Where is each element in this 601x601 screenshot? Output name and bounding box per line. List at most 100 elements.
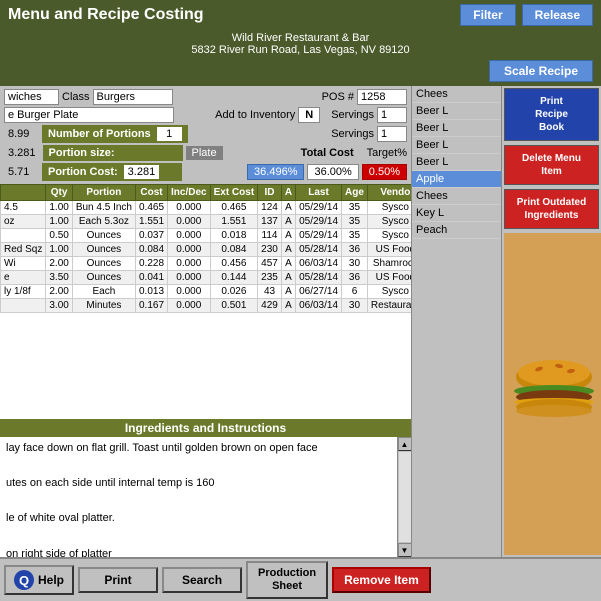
ingredient-line: utes on each side until internal temp is… — [6, 475, 391, 493]
cell-incdec: 0.000 — [168, 201, 211, 215]
cell-vendor: US Food — [367, 243, 411, 257]
sidebar-list-item[interactable]: Chees — [412, 188, 501, 205]
help-button[interactable]: Q Help — [4, 565, 74, 595]
cell-desc: oz — [1, 215, 46, 229]
cell-age: 30 — [342, 257, 368, 271]
cell-incdec: 0.000 — [168, 257, 211, 271]
cell-extcost: 0.026 — [210, 285, 258, 299]
cell-qty: 1.00 — [46, 201, 72, 215]
cost2-value: 5.71 — [4, 165, 39, 179]
sidebar-scroll[interactable]: CheesBeer LBeer LBeer LBeer LAppleCheesK… — [412, 86, 501, 557]
cell-qty: 2.00 — [46, 257, 72, 271]
filter-button[interactable]: Filter — [460, 4, 515, 26]
table-row[interactable]: 4.5 1.00 Bun 4.5 Inch 0.465 0.000 0.465 … — [1, 201, 412, 215]
search-button[interactable]: Search — [162, 567, 242, 593]
production-sheet-button[interactable]: Production Sheet — [246, 561, 328, 599]
portion-cost-value: 3.281 — [124, 165, 160, 179]
help-label: Help — [38, 573, 64, 587]
table-row[interactable]: 0.50 Ounces 0.037 0.000 0.018 114 A 05/2… — [1, 229, 412, 243]
col-age-header: Age — [342, 185, 368, 201]
cell-age: 35 — [342, 229, 368, 243]
cell-qty: 3.50 — [46, 271, 72, 285]
cell-incdec: 0.000 — [168, 271, 211, 285]
cell-last: 06/27/14 — [296, 285, 342, 299]
scroll-down-arrow[interactable]: ▼ — [398, 543, 412, 557]
sidebar-list-item[interactable]: Beer L — [412, 120, 501, 137]
print-outdated-button[interactable]: Print Outdated Ingredients — [504, 189, 599, 229]
cell-last: 05/29/14 — [296, 229, 342, 243]
cell-last: 06/03/14 — [296, 299, 342, 313]
class-input[interactable] — [93, 89, 173, 105]
cell-desc: Wi — [1, 257, 46, 271]
cell-portion: Ounces — [72, 271, 135, 285]
sidebar-list-item[interactable]: Key L — [412, 205, 501, 222]
cell-incdec: 0.000 — [168, 215, 211, 229]
table-row[interactable]: 3.00 Minutes 0.167 0.000 0.501 429 A 06/… — [1, 299, 412, 313]
sidebar-list-item[interactable]: Beer L — [412, 103, 501, 120]
cell-id: 235 — [258, 271, 282, 285]
cell-a: A — [281, 285, 295, 299]
print-recipe-book-button[interactable]: Print Recipe Book — [504, 88, 599, 141]
cell-age: 35 — [342, 215, 368, 229]
cell-incdec: 0.000 — [168, 299, 211, 313]
release-button[interactable]: Release — [522, 4, 593, 26]
servings-input2[interactable] — [377, 126, 407, 142]
table-row[interactable]: Wi 2.00 Ounces 0.228 0.000 0.456 457 A 0… — [1, 257, 412, 271]
ingredient-line: lay face down on flat grill. Toast until… — [6, 440, 391, 458]
cell-last: 06/03/14 — [296, 257, 342, 271]
ingredients-table: Qty Portion Cost Inc/Dec Ext Cost ID A L… — [0, 184, 411, 313]
restaurant-name: Wild River Restaurant & Bar — [2, 32, 599, 44]
pos-label: POS # — [322, 91, 354, 103]
cell-cost: 0.041 — [135, 271, 167, 285]
col-cost-header: Cost — [135, 185, 167, 201]
app-title: Menu and Recipe Costing — [8, 6, 204, 23]
table-row[interactable]: ly 1/8f 2.00 Each 0.013 0.000 0.026 43 A… — [1, 285, 412, 299]
cell-a: A — [281, 299, 295, 313]
cell-last: 05/28/14 — [296, 271, 342, 285]
sidebar-list-item[interactable]: Beer L — [412, 154, 501, 171]
ingredients-scrollbar[interactable]: ▲ ▼ — [397, 437, 411, 557]
add-inventory-value: N — [298, 107, 320, 123]
plate-badge: Plate — [186, 146, 223, 160]
sidebar-list-item[interactable]: Peach — [412, 222, 501, 239]
cell-vendor: US Food — [367, 271, 411, 285]
cell-vendor: Sysco — [367, 201, 411, 215]
cell-incdec: 0.000 — [168, 285, 211, 299]
cell-extcost: 0.144 — [210, 271, 258, 285]
table-row[interactable]: e 3.50 Ounces 0.041 0.000 0.144 235 A 05… — [1, 271, 412, 285]
cell-extcost: 0.465 — [210, 201, 258, 215]
remove-item-button[interactable]: Remove Item — [332, 567, 431, 593]
table-row[interactable]: Red Sqz 1.00 Ounces 0.084 0.000 0.084 23… — [1, 243, 412, 257]
sidebar-list-item[interactable]: Apple — [412, 171, 501, 188]
target-label: Target% — [367, 147, 407, 159]
sidebar-list-item[interactable]: Chees — [412, 86, 501, 103]
servings-label2: Servings — [331, 128, 374, 140]
cell-cost: 1.551 — [135, 215, 167, 229]
item-name-input[interactable] — [4, 107, 174, 123]
cell-portion: Ounces — [72, 229, 135, 243]
cell-id: 43 — [258, 285, 282, 299]
cell-a: A — [281, 201, 295, 215]
ingredient-line: le of white oval platter. — [6, 510, 391, 528]
sidebar-list-item[interactable]: Beer L — [412, 137, 501, 154]
cell-age: 36 — [342, 243, 368, 257]
pos-input[interactable] — [357, 89, 407, 105]
print-button[interactable]: Print — [78, 567, 158, 593]
servings-input[interactable] — [377, 107, 407, 123]
cell-age: 6 — [342, 285, 368, 299]
delete-menu-item-button[interactable]: Delete Menu Item — [504, 145, 599, 185]
cell-a: A — [281, 229, 295, 243]
cost1-value: 3.281 — [4, 146, 40, 160]
scroll-up-arrow[interactable]: ▲ — [398, 437, 412, 451]
add-inventory-label: Add to Inventory — [215, 109, 295, 121]
category-input[interactable] — [4, 89, 59, 105]
burger-image — [504, 233, 601, 555]
ingredient-line — [6, 528, 391, 546]
ingredient-line — [6, 458, 391, 476]
cell-qty: 1.00 — [46, 243, 72, 257]
cell-extcost: 0.018 — [210, 229, 258, 243]
table-row[interactable]: oz 1.00 Each 5.3oz 1.551 0.000 1.551 137… — [1, 215, 412, 229]
cell-id: 124 — [258, 201, 282, 215]
cell-portion: Each 5.3oz — [72, 215, 135, 229]
scale-recipe-button[interactable]: Scale Recipe — [489, 60, 593, 82]
